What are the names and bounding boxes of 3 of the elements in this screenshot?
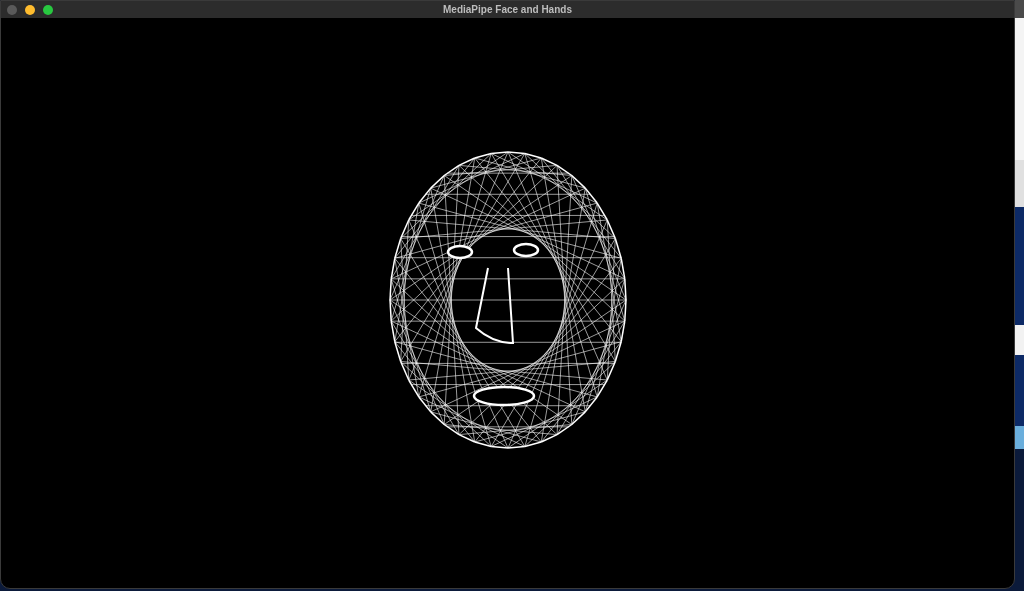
zoom-button[interactable] bbox=[43, 4, 53, 15]
window-title: MediaPipe Face and Hands bbox=[443, 4, 572, 15]
minimize-button[interactable] bbox=[25, 4, 35, 15]
